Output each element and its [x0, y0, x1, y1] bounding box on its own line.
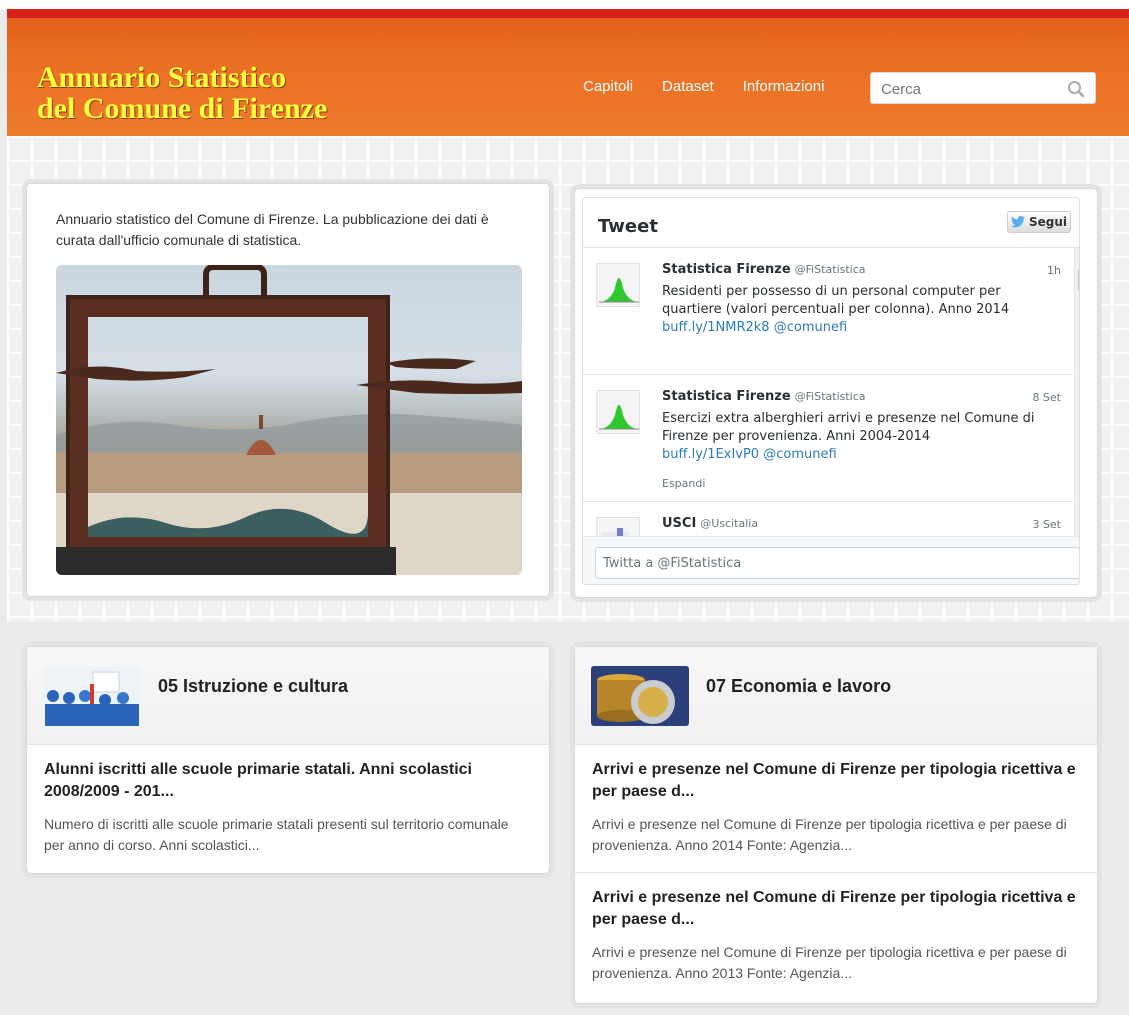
- bell-curve-avatar-icon: [599, 405, 639, 430]
- tweet-author[interactable]: Statistica Firenze @FiStatistica: [662, 262, 866, 277]
- category-thumbnail[interactable]: [591, 666, 689, 726]
- tweet-author-name: USCI: [662, 516, 697, 531]
- category-header[interactable]: 07 Economia e lavoro: [575, 647, 1097, 745]
- tweet-link[interactable]: buff.ly/1ExIvP0 @comunefi: [662, 447, 837, 462]
- dataset-summary: Arrivi e presenze nel Comune di Firenze …: [592, 816, 1067, 853]
- classroom-thumbnail: [43, 666, 141, 726]
- category-card-economia: 07 Economia e lavoro Arrivi e presenze n…: [574, 646, 1098, 1004]
- tweet-author-name: Statistica Firenze: [662, 262, 791, 277]
- tweet-text: Esercizi extra alberghieri arrivi e pres…: [662, 410, 1057, 464]
- florence-sculpture-photo: [56, 265, 522, 575]
- tweet-compose-input[interactable]: Twitta a @FiStatistica: [595, 547, 1079, 579]
- twitter-header: Tweet Segui: [583, 198, 1079, 248]
- tweet-scrollbar[interactable]: ⌃ ⌄: [1074, 248, 1079, 539]
- category-card-istruzione: 05 Istruzione e cultura Alunni iscritti …: [26, 646, 550, 874]
- twitter-title: Tweet: [598, 216, 658, 237]
- site-title-line1: Annuario Statistico: [37, 61, 287, 94]
- tweet-time[interactable]: 3 Set: [1032, 518, 1061, 531]
- tweet-handle: @FiStatistica: [794, 263, 866, 276]
- twitter-timeline: Tweet Segui Statistica Firenze @FiStatist…: [582, 197, 1080, 585]
- follow-label: Segui: [1028, 215, 1068, 229]
- top-strip: [0, 0, 1129, 9]
- dataset-summary: Arrivi e presenze nel Comune di Firenze …: [592, 944, 1067, 981]
- scroll-up-icon[interactable]: ⌃: [1078, 250, 1079, 261]
- dataset-summary: Numero di iscritti alle scuole primarie …: [44, 816, 509, 853]
- tweet-body: Residenti per possesso di un personal co…: [662, 284, 1010, 317]
- tweet-author-name: Statistica Firenze: [662, 389, 791, 404]
- twitter-bird-icon: [1010, 216, 1025, 228]
- dataset-item[interactable]: Arrivi e presenze nel Comune di Firenze …: [575, 873, 1097, 1000]
- category-title[interactable]: 07 Economia e lavoro: [706, 676, 891, 697]
- intro-text: Annuario statistico del Comune di Firenz…: [56, 211, 489, 248]
- category-thumbnail[interactable]: [43, 666, 141, 726]
- tweet-author[interactable]: Statistica Firenze @FiStatistica: [662, 389, 866, 404]
- tweet-time[interactable]: 1h: [1047, 264, 1061, 277]
- tweet-handle: @Uscitalia: [700, 517, 759, 530]
- twitter-widget: Tweet Segui Statistica Firenze @FiStatist…: [574, 188, 1098, 598]
- tweet-text: Residenti per possesso di un personal co…: [662, 283, 1057, 337]
- tweet-expand-link[interactable]: Espandi: [662, 477, 705, 490]
- dataset-item[interactable]: Arrivi e presenze nel Comune di Firenze …: [575, 745, 1097, 873]
- tweet-body: Esercizi extra alberghieri arrivi e pres…: [662, 411, 1035, 444]
- twitter-compose-area: Twitta a @FiStatistica: [583, 536, 1079, 584]
- intro-card: Annuario statistico del Comune di Firenz…: [26, 183, 550, 597]
- tweet-item[interactable]: Statistica Firenze @FiStatistica 8 Set Es…: [583, 375, 1073, 502]
- tweet-link[interactable]: buff.ly/1NMR2k8 @comunefi: [662, 320, 847, 335]
- tweet-item[interactable]: USCI @Uscitalia 3 Set: [583, 502, 1073, 539]
- dataset-title[interactable]: Arrivi e presenze nel Comune di Firenze …: [592, 759, 1080, 803]
- search-input[interactable]: [881, 79, 1061, 99]
- bell-curve-avatar-icon: [599, 278, 639, 303]
- nav-item-dataset[interactable]: Dataset: [662, 78, 714, 95]
- search-icon[interactable]: [1067, 80, 1085, 98]
- tweet-item[interactable]: Statistica Firenze @FiStatistica 1h Resid…: [583, 248, 1073, 375]
- site-header: Annuario Statistico del Comune di Firenz…: [7, 18, 1129, 136]
- main-nav: Capitoli Dataset Informazioni: [583, 78, 853, 95]
- category-header[interactable]: 05 Istruzione e cultura: [27, 647, 549, 745]
- dataset-title[interactable]: Arrivi e presenze nel Comune di Firenze …: [592, 887, 1080, 931]
- red-top-bar: [7, 9, 1129, 18]
- avatar[interactable]: [596, 390, 640, 434]
- dataset-item[interactable]: Alunni iscritti alle scuole primarie sta…: [27, 745, 549, 872]
- category-title[interactable]: 05 Istruzione e cultura: [158, 676, 348, 697]
- photo-illustration: [56, 265, 522, 575]
- search-box: [870, 72, 1096, 104]
- tweet-list: Statistica Firenze @FiStatistica 1h Resid…: [583, 248, 1073, 539]
- tweet-time[interactable]: 8 Set: [1032, 391, 1061, 404]
- coins-thumbnail: [591, 666, 689, 726]
- nav-item-capitoli[interactable]: Capitoli: [583, 78, 633, 95]
- dataset-title[interactable]: Alunni iscritti alle scuole primarie sta…: [44, 759, 532, 803]
- site-title-line2: del Comune di Firenze: [37, 92, 328, 125]
- tweet-handle: @FiStatistica: [794, 390, 866, 403]
- avatar[interactable]: [596, 263, 640, 307]
- follow-button[interactable]: Segui: [1007, 211, 1071, 233]
- site-title[interactable]: Annuario Statistico del Comune di Firenz…: [37, 62, 327, 124]
- scroll-thumb[interactable]: [1078, 270, 1079, 290]
- nav-item-informazioni[interactable]: Informazioni: [743, 78, 825, 95]
- tweet-author[interactable]: USCI @Uscitalia: [662, 516, 758, 531]
